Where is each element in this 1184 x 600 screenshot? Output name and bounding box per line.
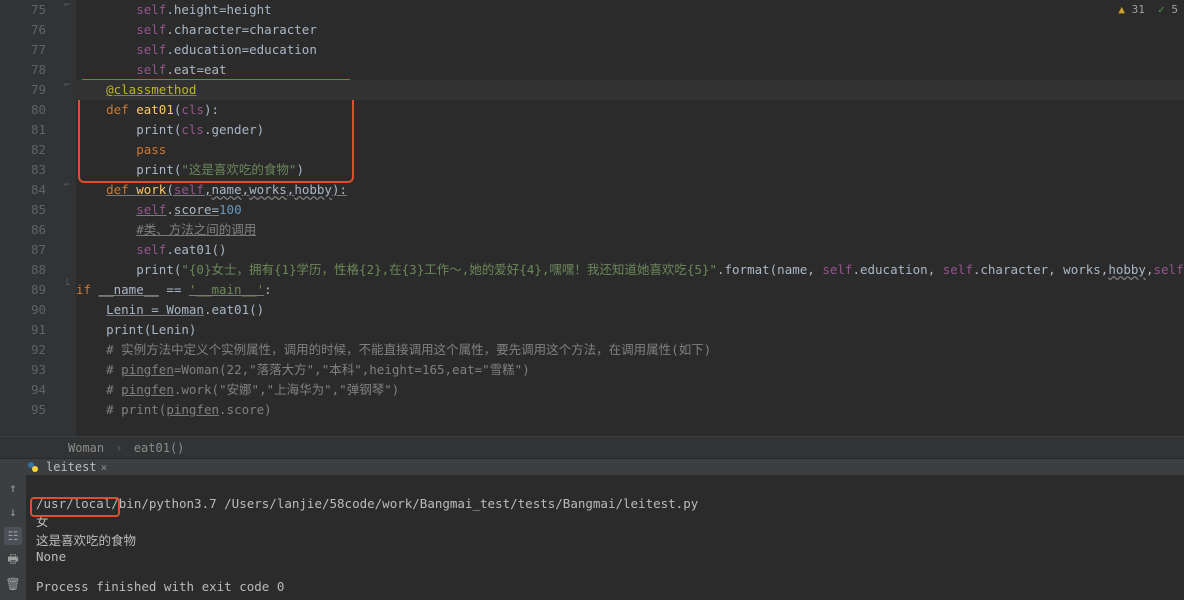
code-line[interactable]: self.eat01()	[76, 240, 1184, 260]
line-number: 86	[0, 220, 46, 240]
code-line[interactable]: @classmethod	[76, 80, 1184, 100]
code-line[interactable]: # pingfen=Woman(22,"落落大方","本科",height=16…	[76, 360, 1184, 380]
code-line[interactable]: self.education=education	[76, 40, 1184, 60]
line-number: 75	[0, 0, 46, 20]
line-number-gutter: 7576777879808182838485868788899091929394…	[0, 0, 62, 436]
code-line[interactable]: self.score=100	[76, 200, 1184, 220]
line-number: 79	[0, 80, 46, 100]
fold-column: ⌐⌐⌐└	[62, 0, 76, 436]
line-number: 77	[0, 40, 46, 60]
breadcrumb-class[interactable]: Woman	[68, 441, 104, 455]
chevron-right-icon: ›	[115, 441, 122, 455]
code-line[interactable]: # print(pingfen.score)	[76, 400, 1184, 420]
ok-count: 5	[1171, 3, 1178, 16]
console-line: Process finished with exit code 0	[36, 579, 284, 594]
line-number: 80	[0, 100, 46, 120]
console-output[interactable]: /usr/local/bin/python3.7 /Users/lanjie/5…	[26, 475, 1184, 600]
python-icon	[26, 460, 40, 474]
console-line: None	[36, 549, 66, 564]
run-toolwindow-body: ↑ ↓ ☷ 🖶 🗑 /usr/local/bin/python3.7 /User…	[0, 475, 1184, 600]
inspection-status: ▲ 31 ✓ 5	[1118, 3, 1178, 16]
line-number: 88	[0, 260, 46, 280]
code-line[interactable]: pass	[76, 140, 1184, 160]
line-number: 87	[0, 240, 46, 260]
code-line[interactable]: self.character=character	[76, 20, 1184, 40]
code-line[interactable]: def work(self,name,works,hobby):	[76, 180, 1184, 200]
warning-count: 31	[1132, 3, 1145, 16]
console-line: 这是喜欢吃的食物	[36, 533, 136, 548]
down-arrow-icon[interactable]: ↓	[4, 503, 22, 521]
up-arrow-icon[interactable]: ↑	[4, 479, 22, 497]
line-number: 94	[0, 380, 46, 400]
run-toolwindow-header[interactable]: leitest ×	[0, 458, 1184, 475]
code-line[interactable]: ▶if __name__ == '__main__':	[76, 280, 1184, 300]
code-area[interactable]: self.height=height self.character=charac…	[76, 0, 1184, 436]
console-line: 女	[36, 514, 49, 529]
run-tab-label[interactable]: leitest	[46, 460, 97, 474]
ok-icon: ✓	[1158, 3, 1165, 16]
line-number: 82	[0, 140, 46, 160]
line-number: 81	[0, 120, 46, 140]
code-line[interactable]: Lenin = Woman.eat01()	[76, 300, 1184, 320]
console-line: /usr/local/bin/python3.7 /Users/lanjie/5…	[36, 496, 698, 511]
code-line[interactable]: print("这是喜欢吃的食物")	[76, 160, 1184, 180]
trash-icon[interactable]: 🗑	[4, 575, 22, 593]
line-number: 89	[0, 280, 46, 300]
code-line[interactable]: self.height=height	[76, 0, 1184, 20]
line-number: 78	[0, 60, 46, 80]
code-line[interactable]: print(Lenin)	[76, 320, 1184, 340]
breadcrumb-method[interactable]: eat01()	[134, 441, 185, 455]
editor-region: ▲ 31 ✓ 5 7576777879808182838485868788899…	[0, 0, 1184, 436]
line-number: 84	[0, 180, 46, 200]
code-line[interactable]: # pingfen.work("安娜","上海华为","弹钢琴")	[76, 380, 1184, 400]
breadcrumb[interactable]: Woman › eat01()	[0, 436, 1184, 458]
line-number: 91	[0, 320, 46, 340]
print-icon[interactable]: 🖶	[4, 551, 22, 569]
code-line[interactable]: print(cls.gender)	[76, 120, 1184, 140]
code-line[interactable]: print("{0}女士，拥有{1}学历，性格{2},在{3}工作～,她的爱好{…	[76, 260, 1184, 280]
code-line[interactable]: def eat01(cls):	[76, 100, 1184, 120]
warning-icon: ▲	[1118, 3, 1125, 16]
line-number: 76	[0, 20, 46, 40]
line-number: 90	[0, 300, 46, 320]
run-toolbar: ↑ ↓ ☷ 🖶 🗑	[0, 475, 26, 600]
soft-wrap-icon[interactable]: ☷	[4, 527, 22, 545]
code-line[interactable]: self.eat=eat	[76, 60, 1184, 80]
close-icon[interactable]: ×	[101, 461, 108, 474]
code-line[interactable]: # 实例方法中定义个实例属性，调用的时候，不能直接调用这个属性，要先调用这个方法…	[76, 340, 1184, 360]
line-number: 92	[0, 340, 46, 360]
line-number: 95	[0, 400, 46, 420]
code-line[interactable]: #类、方法之间的调用	[76, 220, 1184, 240]
line-number: 83	[0, 160, 46, 180]
line-number: 85	[0, 200, 46, 220]
line-number: 93	[0, 360, 46, 380]
